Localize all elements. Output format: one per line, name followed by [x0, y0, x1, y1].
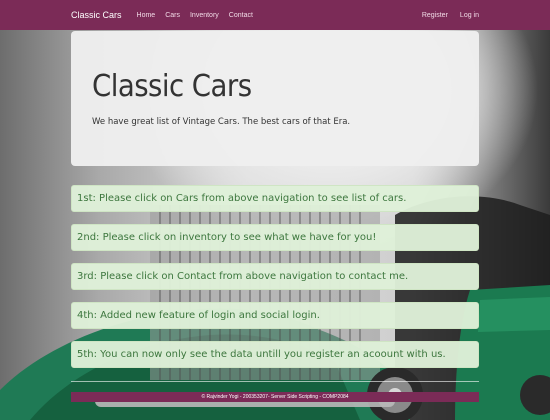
nav-link-contact[interactable]: Contact — [229, 12, 253, 19]
instruction-step-1: 1st: Please click on Cars from above nav… — [71, 185, 479, 212]
footer-divider — [71, 381, 479, 382]
top-navbar: Classic Cars Home Cars Inventory Contact… — [0, 0, 550, 30]
jumbotron: Classic Cars We have great list of Vinta… — [71, 31, 479, 166]
footer-text: © Rajvinder Yogi - 200353207- Server Sid… — [201, 394, 349, 400]
footer: © Rajvinder Yogi - 200353207- Server Sid… — [71, 392, 479, 402]
nav-link-login[interactable]: Log in — [460, 12, 479, 19]
page-title: Classic Cars — [92, 69, 252, 104]
instruction-step-3: 3rd: Please click on Contact from above … — [71, 263, 479, 290]
instruction-step-4: 4th: Added new feature of login and soci… — [71, 302, 479, 329]
nav-link-home[interactable]: Home — [137, 12, 156, 19]
nav-link-register[interactable]: Register — [422, 12, 448, 19]
nav-link-inventory[interactable]: Inventory — [190, 12, 219, 19]
nav-right-group: Register Log in — [410, 12, 479, 19]
instruction-step-2: 2nd: Please click on inventory to see wh… — [71, 224, 479, 251]
brand-link[interactable]: Classic Cars — [71, 10, 122, 20]
nav-link-cars[interactable]: Cars — [165, 12, 180, 19]
page-subtitle: We have great list of Vintage Cars. The … — [92, 117, 351, 127]
instruction-step-5: 5th: You can now only see the data until… — [71, 341, 479, 368]
